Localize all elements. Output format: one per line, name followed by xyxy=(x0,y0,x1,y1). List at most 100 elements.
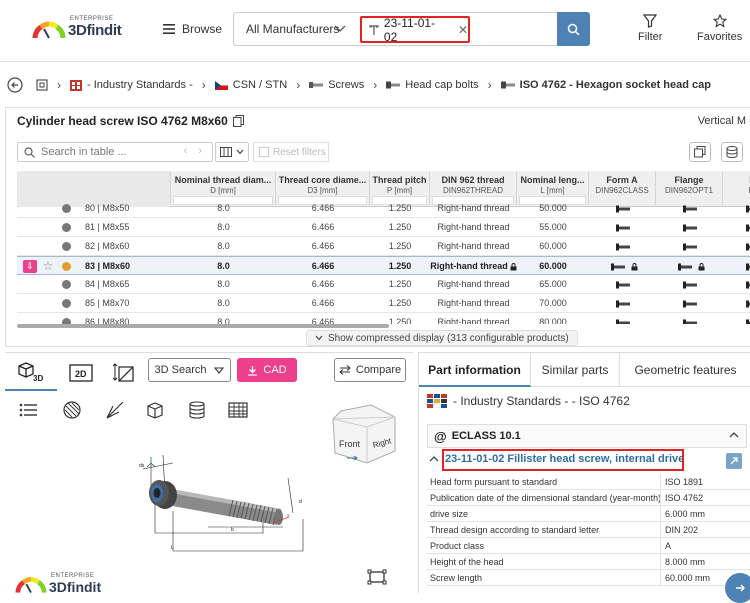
cell-p: 1.250 xyxy=(388,203,412,213)
cell-p: 1.250 xyxy=(388,298,412,308)
show-compressed-button[interactable]: Show compressed display (313 configurabl… xyxy=(306,330,578,346)
chevron-down-icon[interactable] xyxy=(334,23,346,33)
chip-close-icon[interactable]: ✕ xyxy=(458,23,468,37)
standards-flags-icon xyxy=(427,394,447,408)
axis-label: x xyxy=(287,513,290,519)
structure-list-tool[interactable] xyxy=(16,399,40,421)
measure-tool[interactable] xyxy=(105,355,145,391)
cell-p: 1.250 xyxy=(388,261,412,271)
cell-l: 80.000 xyxy=(539,317,567,324)
copy-table-button[interactable] xyxy=(689,142,711,162)
explode-tool[interactable] xyxy=(185,399,209,421)
cell-flange-icon xyxy=(656,199,723,218)
favorite-star-icon[interactable]: ☆ xyxy=(41,257,55,276)
header-sub: DIN962THREAD xyxy=(442,186,503,195)
reset-filters-button[interactable]: Reset filters xyxy=(253,142,329,162)
bolt-icon xyxy=(386,81,401,89)
breadcrumb-item-industry-standards[interactable]: - Industry Standards - xyxy=(70,79,193,91)
chevron-up-icon[interactable] xyxy=(429,455,439,463)
table-row[interactable]: ⇩ ☆ 83 | M8x60 8.0 6.466 1.250 Right-hand thre… xyxy=(17,256,750,275)
search-button[interactable] xyxy=(557,12,590,46)
cell-next-icon xyxy=(723,275,750,294)
property-value: 6.000 mm xyxy=(660,506,705,522)
search-bar[interactable]: All Manufacturers 23-11-01-02 ✕ xyxy=(233,12,557,46)
breadcrumb-label: - Industry Standards - xyxy=(87,79,193,91)
cell-next-icon xyxy=(723,313,750,324)
cell-flange-icon xyxy=(656,294,723,313)
table-row[interactable]: 86 | M8x80 8.0 6.466 1.250 Right-hand thread… xyxy=(17,313,750,324)
render-mode-tool[interactable] xyxy=(60,399,84,421)
section-plane-icon xyxy=(106,401,124,419)
cell-d3: 6.466 xyxy=(311,261,335,271)
table-row[interactable]: 84 | M8x65 8.0 6.466 1.250 Right-hand thread… xyxy=(17,275,750,294)
cell-next-icon xyxy=(723,237,750,256)
favorites-button[interactable]: Favorites xyxy=(697,14,742,43)
cylinder-stack-icon xyxy=(189,401,205,419)
tab-geometric-features[interactable]: Geometric features xyxy=(620,353,750,387)
manufacturer-select[interactable]: All Manufacturers xyxy=(246,22,339,36)
table-row[interactable]: 85 | M8x70 8.0 6.466 1.250 Right-hand thread… xyxy=(17,294,750,313)
shading-sphere-icon xyxy=(63,401,81,419)
table-search-input[interactable]: Search in table ... ‹ › xyxy=(17,142,213,162)
compare-label: Compare xyxy=(355,364,402,376)
download-row-icon[interactable]: ⇩ xyxy=(23,260,37,273)
breadcrumb: › - Industry Standards - › CSN / STN › S… xyxy=(0,70,750,100)
section-cut-tool[interactable] xyxy=(103,399,127,421)
browse-button[interactable]: Browse xyxy=(163,19,222,39)
tab-part-information[interactable]: Part information xyxy=(419,353,531,387)
property-key: drive size xyxy=(430,509,469,519)
breadcrumb-item-screws[interactable]: Screws xyxy=(309,79,364,91)
tab-3d[interactable]: 3D xyxy=(5,355,57,391)
back-circle-icon[interactable] xyxy=(7,77,23,93)
table-row[interactable]: 81 | M8x55 8.0 6.466 1.250 Right-hand thread… xyxy=(17,218,750,237)
cad-download-button[interactable]: CAD xyxy=(237,358,297,382)
screw-3d-model[interactable]: ds L b d x xyxy=(113,433,323,563)
cell-form-a-icon xyxy=(589,275,656,294)
table-view-tool[interactable] xyxy=(226,399,250,421)
table-row[interactable]: 82 | M8x60 8.0 6.466 1.250 Right-hand thread… xyxy=(17,237,750,256)
eclass-section-header[interactable]: @ ECLASS 10.1 xyxy=(427,424,747,448)
status-dot-icon xyxy=(62,262,71,271)
tab-2d[interactable]: 2D xyxy=(61,355,101,391)
view-mode-select[interactable]: Vertical M xyxy=(698,115,746,127)
breadcrumb-item-iso-4762[interactable]: ISO 4762 - Hexagon socket head cap xyxy=(500,79,711,91)
tab-similar-parts[interactable]: Similar parts xyxy=(531,353,620,387)
filter-button[interactable]: Filter xyxy=(638,14,662,43)
cell-d3: 6.466 xyxy=(311,279,335,289)
cell-thread: Right-hand thread xyxy=(430,275,517,294)
breadcrumb-separator: › xyxy=(57,78,61,92)
box-icon xyxy=(147,402,163,419)
cell-l: 65.000 xyxy=(539,279,567,289)
view-cube[interactable]: Front Right xyxy=(327,401,399,467)
column-settings-button[interactable] xyxy=(215,142,249,162)
chevron-up-icon[interactable] xyxy=(728,429,740,441)
cell-l: 50.000 xyxy=(539,203,567,213)
cell-form-a-icon xyxy=(589,218,656,237)
property-key: Head form pursuant to standard xyxy=(430,477,558,487)
external-link-icon[interactable] xyxy=(726,453,742,469)
compare-button[interactable]: Compare xyxy=(334,358,406,382)
horizontal-scrollbar[interactable] xyxy=(17,324,389,328)
scroll-top-button[interactable] xyxy=(725,573,750,603)
breadcrumb-item-csn-stn[interactable]: CSN / STN xyxy=(214,79,287,91)
database-button[interactable] xyxy=(721,142,743,162)
copy-icon[interactable] xyxy=(232,115,244,127)
logo-gauge-icon xyxy=(32,21,66,39)
fit-view-icon[interactable] xyxy=(367,569,387,585)
cell-d3: 6.466 xyxy=(311,203,335,213)
box-view-tool[interactable] xyxy=(143,399,167,421)
cell-flange-icon xyxy=(656,275,723,294)
search-prev-next-icon[interactable]: ‹ › xyxy=(184,145,206,157)
home-square-icon[interactable] xyxy=(36,79,48,91)
dim-label: d xyxy=(299,499,302,505)
search-filter-chip[interactable]: 23-11-01-02 ✕ xyxy=(360,16,470,44)
search-icon xyxy=(24,146,35,158)
cell-d3: 6.466 xyxy=(311,317,335,324)
table-row[interactable]: 80 | M8x50 8.0 6.466 1.250 Right-hand thread… xyxy=(17,199,750,218)
app-logo[interactable]: ENTERPRISE 3Dfindit xyxy=(32,16,132,44)
compare-arrows-icon xyxy=(339,365,351,375)
3d-search-dropdown[interactable]: 3D Search xyxy=(148,358,231,382)
breadcrumb-item-head-cap-bolts[interactable]: Head cap bolts xyxy=(386,79,479,91)
cell-thread: Right-hand thread xyxy=(430,199,517,218)
status-dot-icon xyxy=(62,299,71,308)
